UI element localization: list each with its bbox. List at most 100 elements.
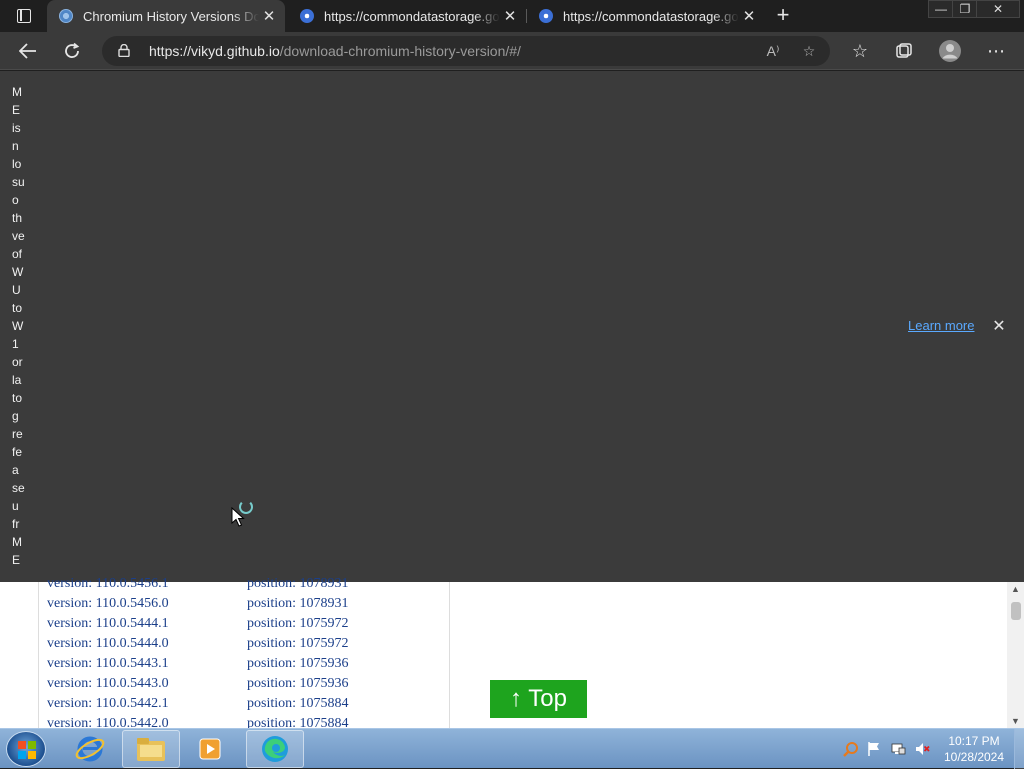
restore-icon[interactable]: ❐ — [952, 0, 978, 18]
read-aloud-icon[interactable]: A⁾ — [762, 40, 784, 62]
lock-icon[interactable] — [118, 44, 130, 57]
search-tray-icon[interactable] — [843, 741, 859, 757]
vertical-word: re — [12, 427, 23, 441]
version-link[interactable]: version: 110.0.5442.1 — [47, 696, 169, 712]
vertical-word: ve — [12, 229, 25, 243]
vertical-word: M — [12, 85, 22, 99]
position-link[interactable]: position: 1075972 — [247, 636, 349, 652]
windows-taskbar: 10:17 PM 10/28/2024 — [0, 728, 1024, 769]
tab-commondatastorage-1[interactable]: https://commondatastorage.goo ✕ — [288, 0, 526, 32]
url-text[interactable]: https://vikyd.github.io/download-chromiu… — [149, 43, 521, 59]
overlay-panel: M Eis n lo su o th ve of W Uto W 1 or la to g re fe a se u fr M… — [0, 71, 1024, 582]
position-link[interactable]: position: 1078931 — [247, 576, 349, 592]
tab-close-icon[interactable]: ✕ — [500, 6, 520, 26]
show-desktop-button[interactable] — [1014, 729, 1024, 769]
vertical-word: lo — [12, 157, 22, 171]
vertical-word: n — [12, 139, 19, 153]
learn-more-link[interactable]: Learn more — [908, 318, 974, 333]
vertical-word: E — [12, 103, 21, 117]
vertical-word: th — [12, 211, 23, 225]
version-link[interactable]: version: 110.0.5444.1 — [47, 616, 169, 632]
network-icon[interactable] — [890, 741, 906, 757]
vertical-word: g — [12, 409, 19, 423]
position-link[interactable]: position: 1078931 — [247, 596, 349, 612]
top-button[interactable]: ↑ Top — [490, 680, 587, 718]
tab-strip: Chromium History Versions Dow ✕ https://… — [0, 0, 1024, 32]
scroll-down-icon[interactable]: ▼ — [1007, 714, 1024, 728]
profile-avatar-icon[interactable] — [936, 37, 964, 65]
position-link[interactable]: position: 1075884 — [247, 696, 349, 712]
vertical-word: su — [12, 175, 25, 189]
vertical-scrollbar[interactable]: ▲ ▼ — [1007, 582, 1024, 728]
chromium-favicon-icon — [59, 9, 73, 23]
storage-favicon-icon — [539, 9, 553, 23]
version-link[interactable]: version: 110.0.5456.1 — [47, 576, 169, 592]
vertical-word: la — [12, 373, 22, 387]
vertical-notice-text: M Eis n lo su o th ve of W Uto W 1 or la to g re fe a se u fr M… — [12, 83, 34, 569]
mouse-cursor-icon — [231, 507, 245, 527]
vertical-word: 1 — [12, 337, 19, 351]
position-link[interactable]: position: 1075936 — [247, 676, 349, 692]
vertical-word: is — [12, 121, 21, 135]
clock-time: 10:17 PM — [948, 734, 1000, 748]
vertical-word: to — [12, 301, 23, 315]
vertical-word: se — [12, 481, 25, 495]
vertical-word: u — [12, 499, 19, 513]
version-link[interactable]: version: 110.0.5444.0 — [47, 636, 169, 652]
vertical-word: E — [12, 553, 21, 567]
file-explorer-icon[interactable] — [122, 730, 180, 768]
position-link[interactable]: position: 1075936 — [247, 656, 349, 672]
more-menu-icon[interactable]: ⋯ — [982, 37, 1010, 65]
collections-icon[interactable] — [890, 37, 918, 65]
vertical-word: a — [12, 463, 19, 477]
scroll-up-icon[interactable]: ▲ — [1007, 582, 1024, 596]
version-list: version: 110.0.5456.1 position: 1078931 ve… — [38, 576, 450, 728]
volume-muted-icon[interactable] — [914, 741, 930, 757]
vertical-word: to — [12, 391, 23, 405]
version-link[interactable]: version: 110.0.5443.1 — [47, 656, 169, 672]
version-link[interactable]: version: 110.0.5456.0 — [47, 596, 169, 612]
address-bar[interactable]: https://vikyd.github.io/download-chromiu… — [102, 36, 830, 66]
start-button[interactable] — [6, 731, 46, 767]
window-close-icon[interactable]: ✕ — [976, 0, 1020, 18]
vertical-word: W — [12, 265, 24, 279]
internet-explorer-icon[interactable] — [61, 730, 119, 768]
tab-commondatastorage-2[interactable]: https://commondatastorage.goo ✕ — [527, 0, 765, 32]
vertical-word: W — [12, 319, 24, 333]
tab-actions-icon[interactable] — [8, 6, 40, 26]
page-content: M Eis n lo su o th ve of W Uto W 1 or la to g re fe a se u fr M… — [0, 71, 1024, 728]
overlay-close-icon[interactable]: ✕ — [990, 317, 1008, 335]
minimize-icon[interactable]: — — [928, 0, 954, 18]
clock-date: 10/28/2024 — [943, 750, 1005, 764]
vertical-word: o — [12, 193, 19, 207]
vertical-word: fe — [12, 445, 23, 459]
back-arrow-icon[interactable] — [14, 37, 42, 65]
vertical-word: or — [12, 355, 23, 369]
tab-title: Chromium History Versions Dow — [83, 8, 259, 24]
tab-close-icon[interactable]: ✕ — [739, 6, 759, 26]
vertical-word: fr — [12, 517, 20, 531]
system-clock[interactable]: 10:17 PM 10/28/2024 — [938, 733, 1010, 765]
tab-title: https://commondatastorage.goo — [324, 8, 500, 24]
storage-favicon-icon — [300, 9, 314, 23]
new-tab-button[interactable]: + — [770, 4, 796, 28]
favorites-icon[interactable]: ☆ — [846, 37, 874, 65]
position-link[interactable]: position: 1075884 — [247, 716, 349, 728]
browser-toolbar: https://vikyd.github.io/download-chromiu… — [0, 32, 1024, 70]
tab-title: https://commondatastorage.goo — [563, 8, 739, 24]
vertical-word: M — [12, 535, 22, 549]
version-link[interactable]: version: 110.0.5442.0 — [47, 716, 169, 728]
scroll-thumb[interactable] — [1011, 602, 1021, 620]
position-link[interactable]: position: 1075972 — [247, 616, 349, 632]
refresh-icon[interactable] — [58, 37, 86, 65]
vertical-word: of — [12, 247, 23, 261]
add-favorite-icon[interactable]: ☆ — [798, 40, 820, 62]
media-player-icon[interactable] — [182, 730, 240, 768]
edge-browser-icon[interactable] — [246, 730, 304, 768]
vertical-word: U — [12, 283, 21, 297]
tab-chromium-history[interactable]: Chromium History Versions Dow ✕ — [47, 0, 285, 32]
version-link[interactable]: version: 110.0.5443.0 — [47, 676, 169, 692]
windows-logo-icon — [18, 741, 36, 759]
tab-close-icon[interactable]: ✕ — [259, 6, 279, 26]
action-center-flag-icon[interactable] — [866, 741, 882, 757]
